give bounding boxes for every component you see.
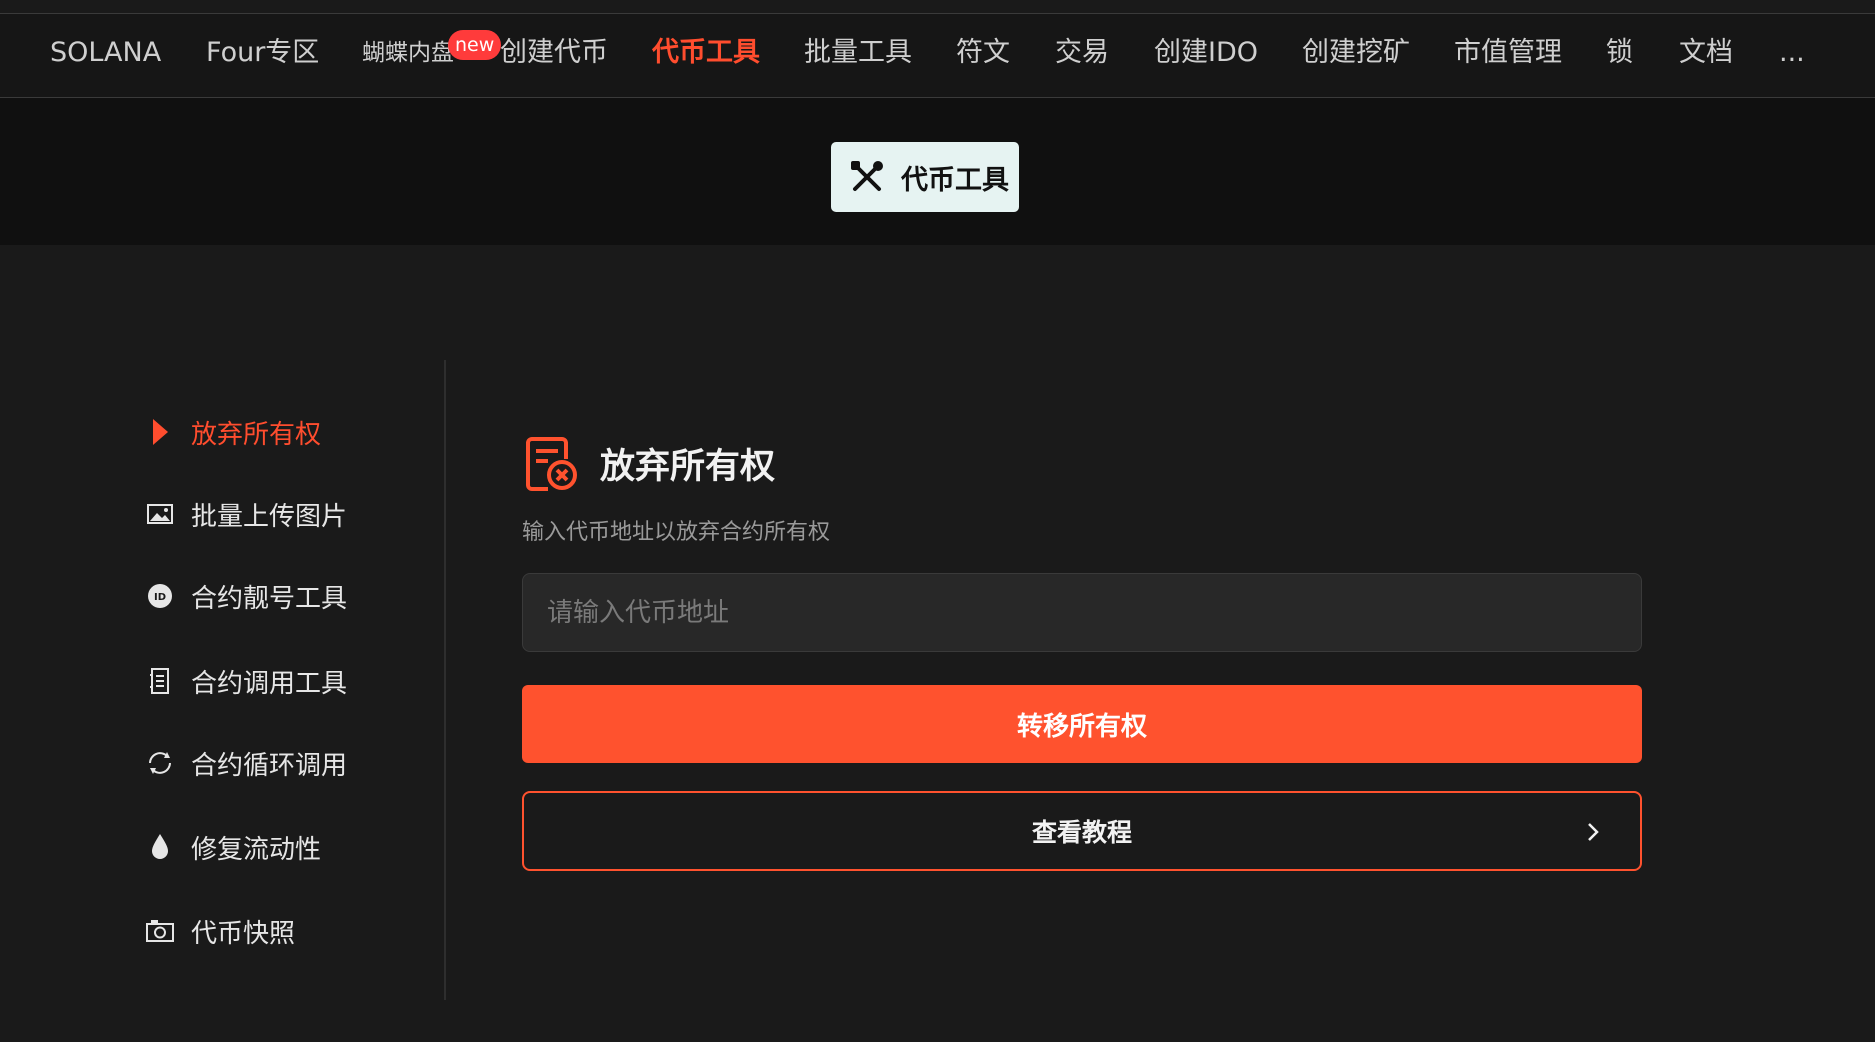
sidebar-item-label: 修复流动性 <box>191 834 322 865</box>
transfer-ownership-button[interactable]: 转移所有权 <box>522 685 1642 763</box>
id-badge-icon: ID <box>145 581 175 611</box>
sidebar-item-label: 合约调用工具 <box>191 668 348 699</box>
sidebar-item-label: 合约靓号工具 <box>191 583 348 614</box>
sidebar-item-batch-upload-images[interactable]: 批量上传图片 <box>145 492 347 536</box>
chevron-right-icon <box>1588 823 1599 841</box>
sidebar-item-fix-liquidity[interactable]: 修复流动性 <box>145 825 321 869</box>
sidebar-item-contract-loop-call[interactable]: 合约循环调用 <box>145 741 347 785</box>
nav-item-batch-tools[interactable]: 批量工具 <box>804 14 912 97</box>
nav-item-trade[interactable]: 交易 <box>1055 14 1109 97</box>
nav-item-docs[interactable]: 文档 <box>1679 14 1733 97</box>
camera-icon <box>145 916 175 946</box>
view-tutorial-button[interactable]: 查看教程 <box>522 791 1642 871</box>
top-navigation: SOLANA Four专区 蝴蝶内盘 new 创建代币 代币工具 批量工具 符文… <box>0 13 1875 98</box>
sidebar: 放弃所有权 批量上传图片 ID 合约靓号工具 合约调用工具 合约循环调用 修复流… <box>0 360 446 1000</box>
sidebar-item-label: 代币快照 <box>191 918 296 949</box>
ledger-icon <box>145 666 175 696</box>
nav-item-create-token[interactable]: 创建代币 <box>500 14 608 97</box>
document-cancel-icon <box>526 437 577 491</box>
nav-item-runes[interactable]: 符文 <box>956 14 1010 97</box>
banner-chip: 代币工具 <box>831 142 1019 212</box>
sidebar-item-label: 合约循环调用 <box>191 750 348 781</box>
sidebar-item-contract-call[interactable]: 合约调用工具 <box>145 659 347 703</box>
nav-item-market-cap[interactable]: 市值管理 <box>1454 14 1562 97</box>
token-address-input[interactable] <box>522 573 1642 652</box>
nav-item-token-tools[interactable]: 代币工具 <box>652 14 760 97</box>
page-title: 放弃所有权 <box>600 446 776 487</box>
banner-title: 代币工具 <box>901 164 1009 196</box>
view-tutorial-label: 查看教程 <box>1031 818 1132 847</box>
sidebar-item-label: 放弃所有权 <box>191 419 322 450</box>
sidebar-item-token-snapshot[interactable]: 代币快照 <box>145 909 295 953</box>
nav-item-create-ido[interactable]: 创建IDO <box>1154 14 1258 97</box>
refresh-icon <box>145 748 175 778</box>
nav-item-solana[interactable]: SOLANA <box>50 14 161 97</box>
sidebar-item-label: 批量上传图片 <box>191 501 348 532</box>
page-subtitle: 输入代币地址以放弃合约所有权 <box>522 520 831 545</box>
nav-item-four[interactable]: Four专区 <box>206 14 319 97</box>
drop-icon <box>145 832 175 862</box>
image-icon <box>145 499 175 529</box>
new-badge: new <box>448 30 502 60</box>
svg-text:ID: ID <box>154 592 166 603</box>
tools-icon <box>851 161 883 191</box>
nav-item-more[interactable]: ... <box>1779 14 1805 97</box>
page-banner: 代币工具 <box>0 98 1875 245</box>
nav-item-butterfly[interactable]: 蝴蝶内盘 <box>362 14 454 97</box>
nav-item-lock[interactable]: 锁 <box>1606 14 1633 97</box>
play-arrow-icon <box>145 417 175 447</box>
nav-item-create-mining[interactable]: 创建挖矿 <box>1302 14 1410 97</box>
sidebar-item-vanity-address[interactable]: ID 合约靓号工具 <box>145 574 347 618</box>
sidebar-item-renounce-ownership[interactable]: 放弃所有权 <box>145 410 321 454</box>
title-row: 放弃所有权 <box>522 433 775 493</box>
